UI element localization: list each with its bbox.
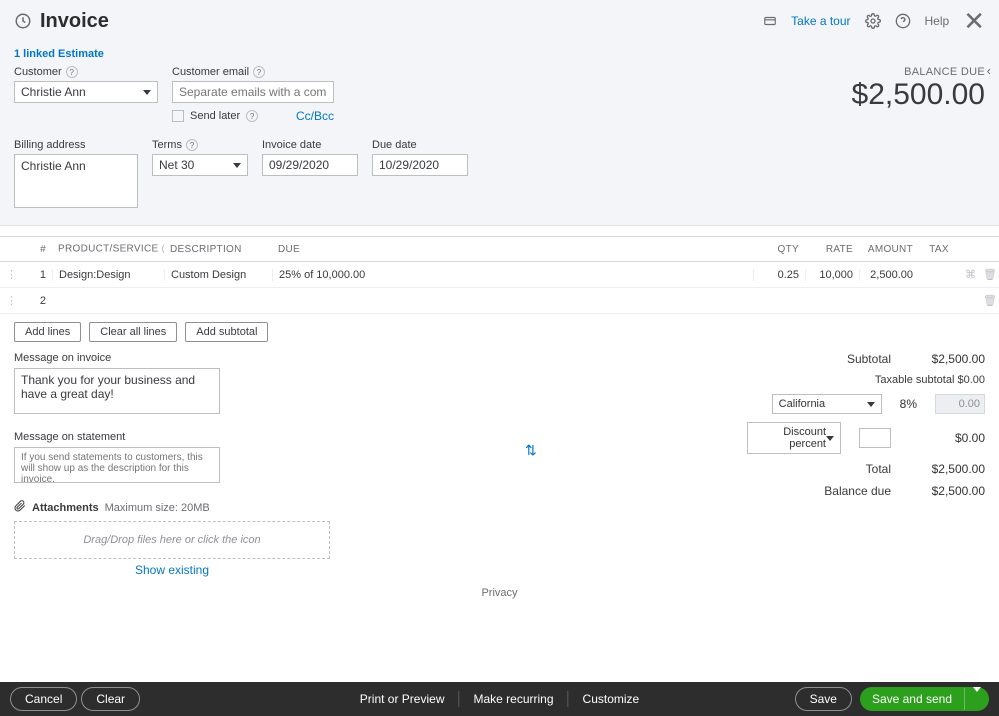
due-date-input[interactable] — [372, 154, 468, 176]
invoice-date-label: Invoice date — [262, 139, 358, 151]
balance-due-label: Balance due — [824, 484, 891, 498]
ccbcc-link[interactable]: Cc/Bcc — [296, 109, 334, 123]
col-amount: AMOUNT — [859, 244, 919, 255]
discount-input[interactable] — [859, 428, 891, 448]
paperclip-icon — [14, 500, 26, 515]
customer-select[interactable]: Christie Ann — [14, 81, 158, 103]
show-existing-link[interactable]: Show existing — [135, 563, 209, 577]
swap-icon[interactable]: ⇅ — [525, 442, 537, 459]
attachments-max: Maximum size: 20MB — [105, 502, 210, 514]
billing-label: Billing address — [14, 139, 138, 151]
chevron-down-icon — [826, 436, 834, 441]
delete-row-icon[interactable]: 🗑 — [977, 294, 999, 307]
tax-amount: 0.00 — [935, 394, 985, 414]
print-preview-button[interactable]: Print or Preview — [346, 692, 459, 706]
table-row[interactable]: ⋮⋮ 1 Design:Design Custom Design 25% of … — [0, 262, 999, 288]
tax-percent: 8% — [900, 397, 917, 411]
send-later-label: Send later — [190, 110, 240, 122]
discount-value: $0.00 — [909, 431, 985, 445]
email-label: Customer email? — [172, 66, 334, 78]
take-tour-link[interactable]: Take a tour — [791, 14, 850, 28]
chevron-down-icon — [143, 90, 151, 95]
drag-handle-icon[interactable]: ⋮⋮ — [0, 268, 22, 281]
send-later-checkbox[interactable] — [172, 110, 184, 122]
col-qty: QTY — [753, 244, 805, 255]
cancel-button[interactable]: Cancel — [10, 687, 77, 711]
add-lines-button[interactable]: Add lines — [14, 322, 81, 342]
tax-state-select[interactable]: California — [772, 394, 882, 414]
help-icon[interactable]: ? — [246, 110, 258, 122]
due-date-label: Due date — [372, 139, 468, 151]
discount-type-select[interactable]: Discount percent — [747, 422, 841, 454]
add-subtotal-button[interactable]: Add subtotal — [185, 322, 268, 342]
help-link[interactable]: Help — [925, 14, 950, 28]
col-due: DUE — [272, 244, 753, 255]
table-row[interactable]: ⋮⋮ 2 🗑 — [0, 288, 999, 314]
total-label: Total — [866, 462, 891, 476]
tour-icon[interactable] — [763, 14, 777, 28]
close-icon[interactable]: ✕ — [963, 8, 985, 34]
help-icon[interactable] — [895, 13, 911, 29]
attachments-label: Attachments — [32, 502, 99, 514]
balance-due-value: $2,500.00 — [909, 484, 985, 498]
taxable-subtotal-label: Taxable subtotal $0.00 — [875, 374, 985, 386]
msg-invoice-label: Message on invoice — [14, 352, 354, 364]
help-icon[interactable]: ? — [253, 66, 265, 78]
customer-label: Customer? — [14, 66, 158, 78]
collapse-panel-icon[interactable]: ‹ — [987, 63, 991, 78]
chevron-down-icon — [867, 402, 875, 407]
link-icon[interactable]: ⌘ — [959, 268, 977, 281]
balance-due-amount: $2,500.00 — [852, 78, 985, 112]
col-rate: RATE — [805, 244, 859, 255]
customer-email-input[interactable] — [172, 81, 334, 103]
gear-icon[interactable] — [865, 13, 881, 29]
make-recurring-button[interactable]: Make recurring — [459, 692, 567, 706]
delete-row-icon[interactable]: 🗑 — [977, 268, 999, 281]
save-and-send-button[interactable]: Save and send — [860, 688, 964, 710]
clear-lines-button[interactable]: Clear all lines — [89, 322, 177, 342]
col-product: PRODUCT/SERVICE ? — [52, 243, 164, 255]
msg-statement-input[interactable] — [14, 447, 220, 483]
subtotal-label: Subtotal — [847, 352, 891, 366]
help-icon[interactable]: ? — [186, 139, 198, 151]
invoice-icon — [14, 12, 32, 30]
terms-select[interactable]: Net 30 — [152, 154, 248, 176]
chevron-down-icon — [233, 163, 241, 168]
balance-due-label: BALANCE DUE — [852, 66, 985, 78]
drag-handle-icon[interactable]: ⋮⋮ — [0, 294, 22, 307]
page-title: Invoice — [40, 10, 109, 33]
save-and-send-dropdown[interactable] — [964, 688, 989, 710]
invoice-date-input[interactable] — [262, 154, 358, 176]
help-icon[interactable]: ? — [66, 66, 78, 78]
col-tax: TAX — [919, 244, 959, 255]
attachments-dropzone[interactable]: Drag/Drop files here or click the icon — [14, 521, 330, 559]
customize-button[interactable]: Customize — [569, 692, 654, 706]
clear-button[interactable]: Clear — [81, 687, 140, 711]
msg-statement-label: Message on statement — [14, 431, 354, 443]
msg-invoice-input[interactable]: Thank you for your business and have a g… — [14, 368, 220, 414]
terms-label: Terms? — [152, 139, 248, 151]
subtotal-value: $2,500.00 — [909, 352, 985, 366]
col-num: # — [22, 244, 52, 255]
total-value: $2,500.00 — [909, 462, 985, 476]
col-description: DESCRIPTION — [164, 244, 272, 255]
save-button[interactable]: Save — [795, 687, 852, 711]
linked-estimate-link[interactable]: 1 linked Estimate — [14, 48, 104, 60]
billing-address-input[interactable]: Christie Ann — [14, 154, 138, 208]
privacy-link[interactable]: Privacy — [0, 587, 999, 599]
